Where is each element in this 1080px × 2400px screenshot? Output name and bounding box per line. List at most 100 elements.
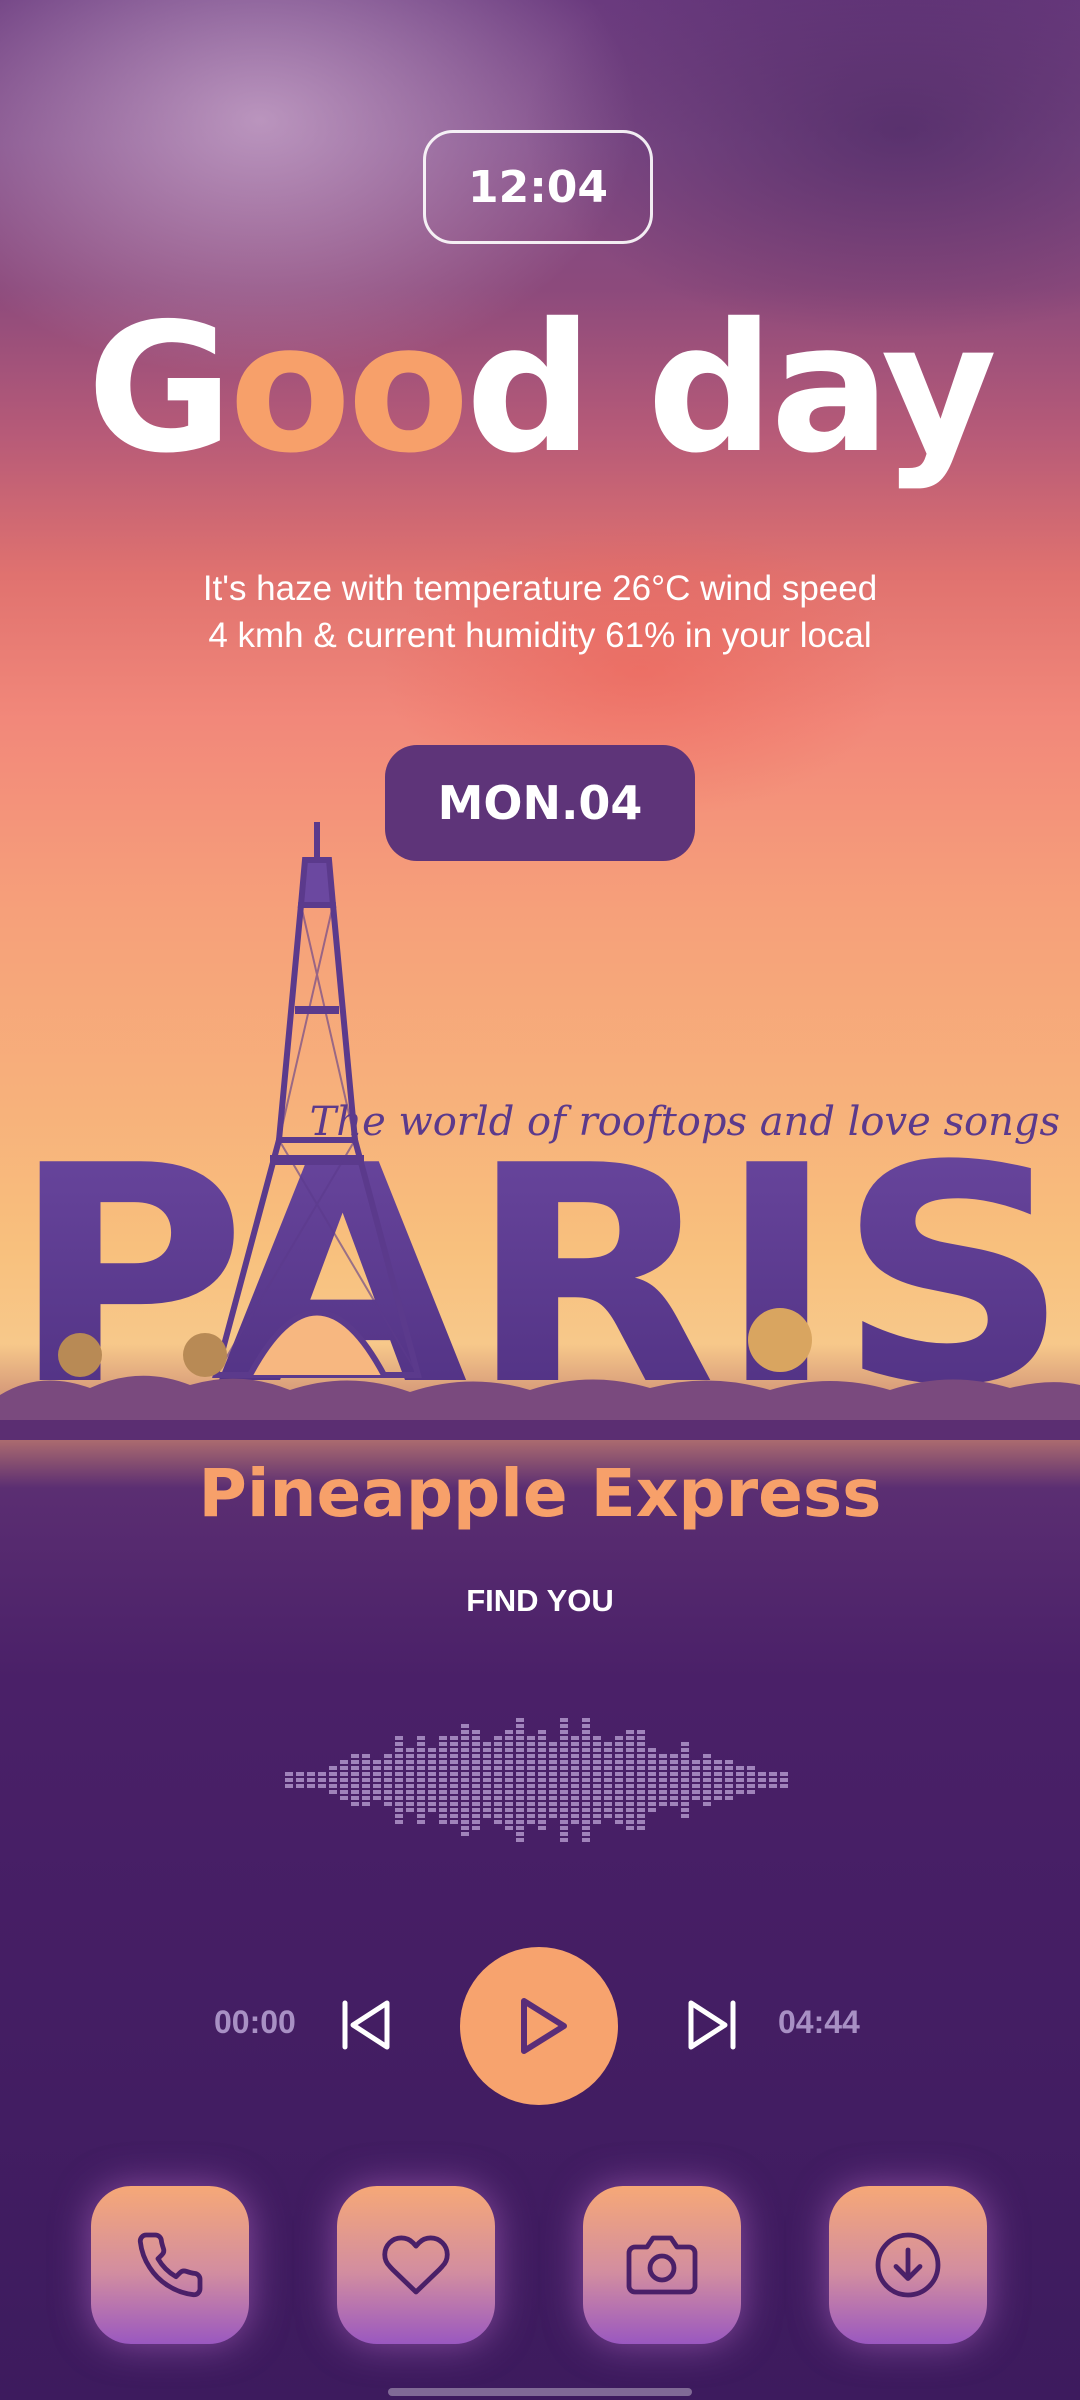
waveform-dash — [560, 1760, 568, 1764]
waveform-dash — [769, 1784, 777, 1788]
waveform-dash — [593, 1778, 601, 1782]
waveform-dash — [373, 1760, 381, 1764]
waveform-dash — [340, 1778, 348, 1782]
waveform-dash — [538, 1772, 546, 1776]
waveform-dash — [615, 1814, 623, 1818]
waveform-dash — [329, 1784, 337, 1788]
waveform-dash — [351, 1754, 359, 1758]
waveform-dash — [725, 1772, 733, 1776]
waveform-dash — [692, 1766, 700, 1770]
waveform-dash — [758, 1784, 766, 1788]
waveform-dash — [362, 1802, 370, 1806]
waveform-dash — [362, 1790, 370, 1794]
waveform-dash — [450, 1814, 458, 1818]
greeting-headline: Good day — [0, 300, 1080, 478]
skip-next-button[interactable] — [678, 1990, 748, 2060]
waveform-dash — [648, 1754, 656, 1758]
waveform-dash — [472, 1760, 480, 1764]
waveform-dash — [681, 1814, 689, 1818]
track-title: Pineapple Express — [198, 1455, 882, 1532]
waveform-dash — [439, 1790, 447, 1794]
greeting-highlight: oo — [229, 285, 470, 492]
waveform-dash — [582, 1814, 590, 1818]
waveform-dash — [571, 1790, 579, 1794]
lockscreen: 12:04 Good day It's haze with temperatur… — [0, 0, 1080, 2400]
waveform-dash — [538, 1814, 546, 1818]
waveform-dash — [593, 1802, 601, 1806]
waveform-dash — [450, 1790, 458, 1794]
waveform-dash — [373, 1778, 381, 1782]
waveform-dash — [527, 1778, 535, 1782]
waveform-dash — [428, 1748, 436, 1752]
waveform-dash — [703, 1754, 711, 1758]
waveform-dash — [582, 1730, 590, 1734]
waveform-dash — [549, 1778, 557, 1782]
waveform-dash — [406, 1748, 414, 1752]
waveform-dash — [516, 1766, 524, 1770]
waveform-dash — [505, 1730, 513, 1734]
waveform-dash — [582, 1754, 590, 1758]
waveform-dash — [703, 1766, 711, 1770]
home-indicator[interactable] — [388, 2388, 692, 2396]
waveform-dash — [593, 1820, 601, 1824]
waveform-dash — [670, 1772, 678, 1776]
waveform-dash — [582, 1796, 590, 1800]
waveform-dash — [516, 1718, 524, 1722]
waveform-dash — [483, 1778, 491, 1782]
download-button[interactable] — [829, 2186, 987, 2344]
waveform-dash — [615, 1736, 623, 1740]
waveform-dash — [681, 1742, 689, 1746]
waveform-dash — [626, 1790, 634, 1794]
waveform-dash — [560, 1790, 568, 1794]
waveform-dash — [505, 1748, 513, 1752]
waveform-dash — [637, 1736, 645, 1740]
waveform-dash — [714, 1790, 722, 1794]
waveform-dash — [538, 1778, 546, 1782]
waveform-dash — [714, 1784, 722, 1788]
waveform-dash — [681, 1790, 689, 1794]
waveform-dash — [659, 1754, 667, 1758]
waveform-dash — [505, 1772, 513, 1776]
skip-previous-icon — [342, 2000, 390, 2050]
skip-next-icon — [688, 2000, 736, 2050]
waveform-dash — [494, 1796, 502, 1800]
waveform-dash — [637, 1784, 645, 1788]
waveform-dash — [450, 1802, 458, 1806]
clock-pill[interactable]: 12:04 — [423, 130, 653, 244]
skip-previous-button[interactable] — [330, 1990, 400, 2060]
waveform-dash — [395, 1784, 403, 1788]
waveform-dash — [516, 1778, 524, 1782]
waveform-dash — [516, 1814, 524, 1818]
waveform-dash — [351, 1772, 359, 1776]
waveform-dash — [461, 1814, 469, 1818]
waveform-dash — [527, 1796, 535, 1800]
waveform-dash — [516, 1736, 524, 1740]
waveform-dash — [494, 1784, 502, 1788]
camera-button[interactable] — [583, 2186, 741, 2344]
waveform-dash — [582, 1760, 590, 1764]
download-icon — [875, 2232, 941, 2298]
waveform-dash — [439, 1784, 447, 1788]
phone-button[interactable] — [91, 2186, 249, 2344]
waveform-dash — [637, 1778, 645, 1782]
waveform-dash — [307, 1772, 315, 1776]
waveform-dash — [593, 1808, 601, 1812]
waveform-dash — [472, 1790, 480, 1794]
waveform-dash — [461, 1778, 469, 1782]
waveform-dash — [549, 1808, 557, 1812]
waveform-dash — [670, 1754, 678, 1758]
waveform-dash — [582, 1742, 590, 1746]
waveform-dash — [593, 1736, 601, 1740]
waveform-dash — [439, 1772, 447, 1776]
waveform-dash — [296, 1778, 304, 1782]
waveform-dash — [560, 1730, 568, 1734]
waveform-dash — [582, 1826, 590, 1830]
play-button[interactable] — [460, 1947, 618, 2105]
waveform-dash — [362, 1772, 370, 1776]
waveform-dash — [461, 1766, 469, 1770]
waveform-dash — [450, 1760, 458, 1764]
waveform-dash — [428, 1772, 436, 1776]
favorite-button[interactable] — [337, 2186, 495, 2344]
waveform-dash — [725, 1766, 733, 1770]
waveform-dash — [626, 1826, 634, 1830]
